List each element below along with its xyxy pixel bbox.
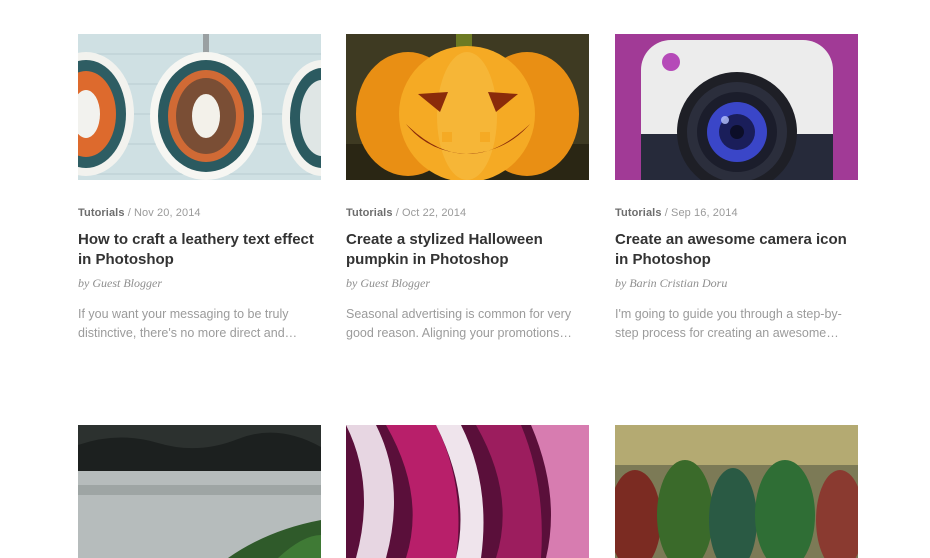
post-title[interactable]: How to craft a leathery text effect in P… [78,230,321,270]
post-meta: Tutorials / Nov 20, 2014 [78,207,321,219]
post-thumbnail-lake[interactable] [78,425,321,558]
post-thumbnail-leather-text[interactable] [78,34,321,180]
post-excerpt: If you want your messaging to be truly d… [78,307,298,340]
post-author: by Barin Cristian Doru [615,276,728,290]
post-date: / Sep 16, 2014 [664,207,738,219]
post-meta: Tutorials / Sep 16, 2014 [615,207,858,219]
post-meta: Tutorials / Oct 22, 2014 [346,207,589,219]
post-title[interactable]: Create an awesome camera icon in Photosh… [615,230,858,270]
post-thumbnail-pumpkin[interactable] [346,34,589,180]
post-author: by Guest Blogger [346,276,430,290]
post-thumbnail-brushes[interactable] [615,425,858,558]
post-card-2[interactable]: Tutorials / Oct 22, 2014 Create a styliz… [346,34,589,343]
category-link[interactable]: Tutorials [615,207,662,219]
post-title[interactable]: Create a stylized Halloween pumpkin in P… [346,230,589,270]
post-thumbnail-camera-icon[interactable] [615,34,858,180]
post-excerpt: Seasonal advertising is common for very … [346,307,572,340]
post-excerpt: I'm going to guide you through a step-by… [615,307,842,340]
post-card-1[interactable]: Tutorials / Nov 20, 2014 How to craft a … [78,34,321,343]
post-date: / Oct 22, 2014 [395,207,467,219]
post-date: / Nov 20, 2014 [127,207,201,219]
category-link[interactable]: Tutorials [78,207,125,219]
post-thumbnail-onion[interactable] [346,425,589,558]
post-card-4[interactable] [78,425,321,558]
category-link[interactable]: Tutorials [346,207,393,219]
post-card-3[interactable]: Tutorials / Sep 16, 2014 Create an aweso… [615,34,858,343]
post-author: by Guest Blogger [78,276,162,290]
post-card-5[interactable] [346,425,589,558]
post-card-6[interactable] [615,425,858,558]
